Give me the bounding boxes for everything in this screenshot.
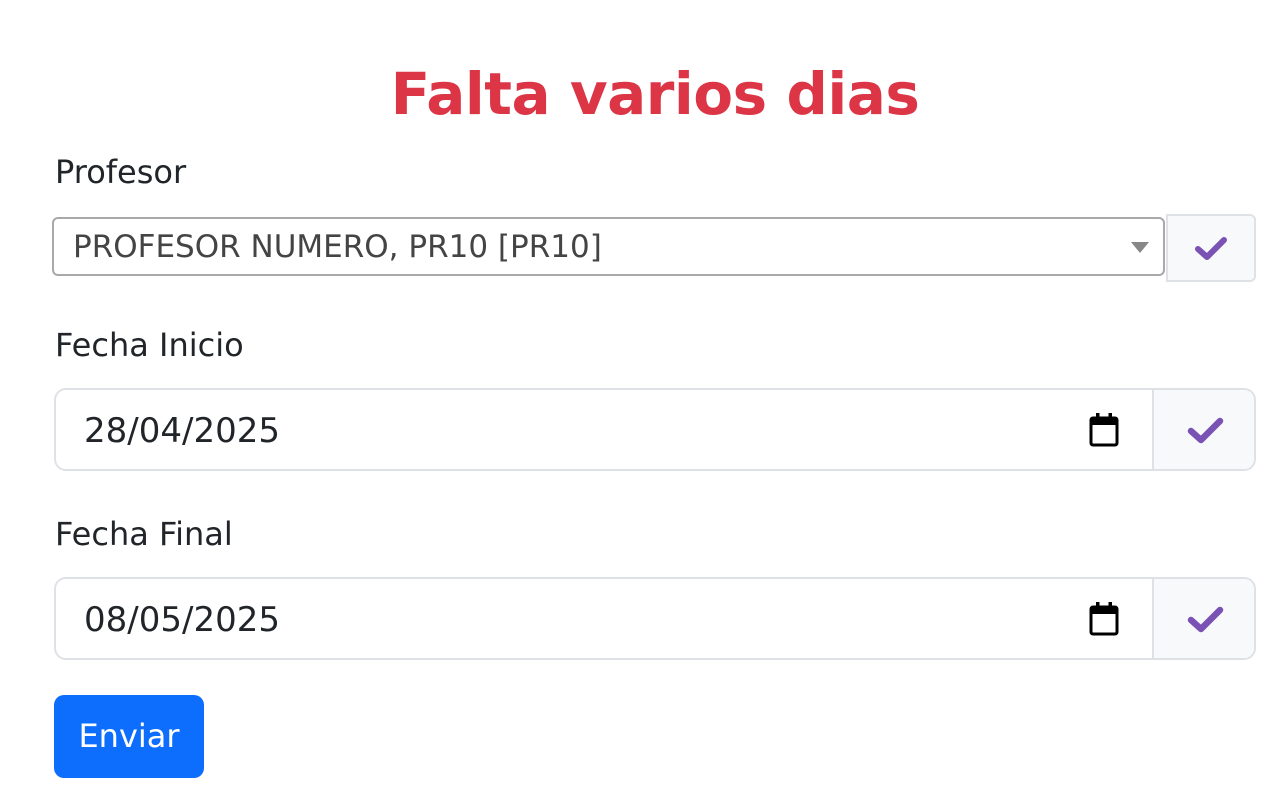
fecha-final-field[interactable]: 08/05/2025 [54,577,1256,660]
profesor-select[interactable]: PROFESOR NUMERO, PR10 [PR10] [52,217,1165,276]
enviar-button[interactable]: Enviar [54,695,204,778]
fecha-final-label: Fecha Final [55,515,233,553]
fecha-final-valid-indicator [1152,579,1254,658]
fecha-inicio-label: Fecha Inicio [55,326,244,364]
fecha-final-value[interactable]: 08/05/2025 [84,599,280,641]
fecha-inicio-valid-indicator [1152,390,1254,469]
check-icon [1187,417,1224,443]
check-icon [1187,606,1224,632]
fecha-inicio-value[interactable]: 28/04/2025 [84,410,280,452]
profesor-selected-value: PROFESOR NUMERO, PR10 [PR10] [73,229,602,265]
profesor-label: Profesor [55,153,187,191]
profesor-valid-indicator [1166,214,1256,282]
check-icon [1195,237,1227,260]
calendar-icon[interactable] [1088,601,1120,637]
dropdown-arrow-icon[interactable] [1131,242,1149,253]
calendar-icon[interactable] [1088,412,1120,448]
fecha-inicio-field[interactable]: 28/04/2025 [54,388,1256,471]
page-title: Falta varios dias [390,60,920,128]
